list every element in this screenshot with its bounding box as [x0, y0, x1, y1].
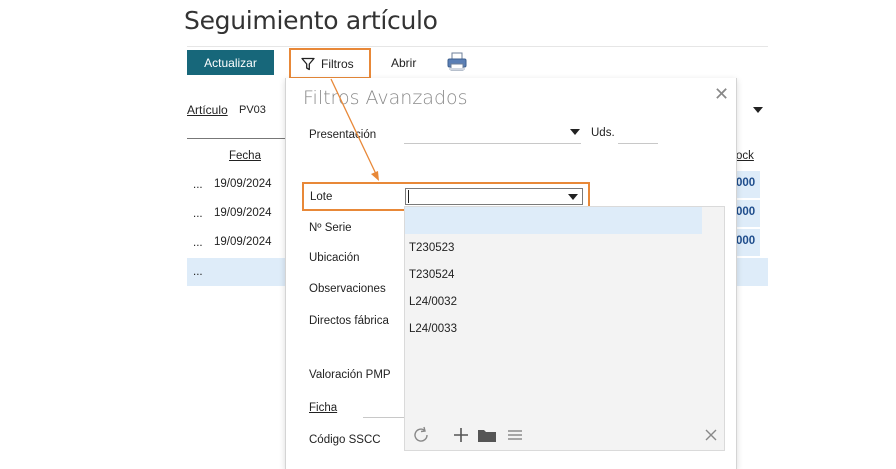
uds-label: Uds. — [591, 127, 615, 139]
printer-icon[interactable] — [446, 52, 468, 72]
filter-icon — [301, 57, 315, 70]
row-menu[interactable]: ... — [193, 208, 203, 220]
dropdown-item[interactable]: L24/0032 — [409, 296, 457, 308]
lote-label: Lote — [310, 191, 333, 203]
chevron-down-icon[interactable] — [570, 129, 580, 135]
ficha-link[interactable]: Ficha — [309, 402, 337, 414]
presentacion-field[interactable] — [404, 143, 581, 144]
abrir-button[interactable]: Abrir — [391, 56, 416, 70]
list-icon[interactable] — [507, 429, 523, 441]
ubicacion-label: Ubicación — [309, 252, 360, 264]
chevron-down-icon[interactable] — [568, 194, 578, 200]
articulo-value[interactable]: PV03 — [239, 104, 266, 116]
dropdown-highlight[interactable] — [405, 207, 702, 234]
presentacion-label: Presentación — [309, 129, 377, 141]
lote-dropdown-list: T230523 T230524 L24/0032 L24/0033 — [404, 206, 725, 451]
observaciones-label: Observaciones — [309, 283, 386, 295]
ficha-field[interactable] — [363, 417, 405, 418]
dropdown-item[interactable]: T230523 — [409, 242, 454, 254]
actualizar-button[interactable]: Actualizar — [187, 50, 274, 75]
nserie-label: Nº Serie — [309, 222, 352, 234]
filtros-button[interactable]: Filtros — [289, 48, 371, 79]
directos-fabrica-label: Directos fábrica — [309, 315, 389, 327]
toolbar-divider — [187, 46, 768, 47]
table-row[interactable]: ... 19/09/2024 — [187, 171, 287, 199]
lote-input[interactable] — [405, 188, 583, 205]
row-date: 19/09/2024 — [214, 207, 272, 219]
table-row[interactable]: ... 19/09/2024 — [187, 200, 287, 228]
valoracion-pmp-label: Valoración PMP — [309, 369, 391, 381]
codigo-sscc-label: Código SSCC — [309, 434, 381, 446]
close-icon[interactable] — [704, 428, 718, 442]
row-date: 19/09/2024 — [214, 178, 272, 190]
row-menu[interactable]: ... — [193, 237, 203, 249]
filters-title: Filtros Avanzados — [303, 87, 468, 109]
col-header-stock[interactable]: ock — [736, 150, 754, 162]
refresh-icon[interactable] — [411, 425, 431, 445]
uds-field[interactable] — [618, 143, 658, 144]
row-menu[interactable]: ... — [193, 266, 203, 278]
folder-icon[interactable] — [477, 428, 497, 443]
table-row[interactable]: ... 19/09/2024 — [187, 229, 287, 257]
articulo-dropdown[interactable] — [748, 100, 768, 120]
row-menu[interactable]: ... — [193, 179, 203, 191]
close-icon[interactable]: ✕ — [714, 84, 729, 105]
dropdown-item[interactable]: T230524 — [409, 269, 454, 281]
col-header-fecha[interactable]: Fecha — [229, 150, 261, 162]
row-date: 19/09/2024 — [214, 236, 272, 248]
chevron-down-icon — [753, 107, 763, 113]
articulo-label: Artículo — [187, 103, 228, 117]
grid-header-line — [187, 138, 287, 139]
filtros-label: Filtros — [321, 56, 354, 71]
dropdown-footer — [405, 420, 724, 450]
stock-cell: 000 — [736, 171, 760, 198]
text-caret — [408, 190, 409, 203]
stock-cell: 000 — [736, 229, 760, 256]
add-icon[interactable] — [453, 427, 469, 443]
stock-cell: 000 — [736, 200, 760, 227]
page-title: Seguimiento artículo — [184, 6, 438, 35]
dropdown-item[interactable]: L24/0033 — [409, 323, 457, 335]
